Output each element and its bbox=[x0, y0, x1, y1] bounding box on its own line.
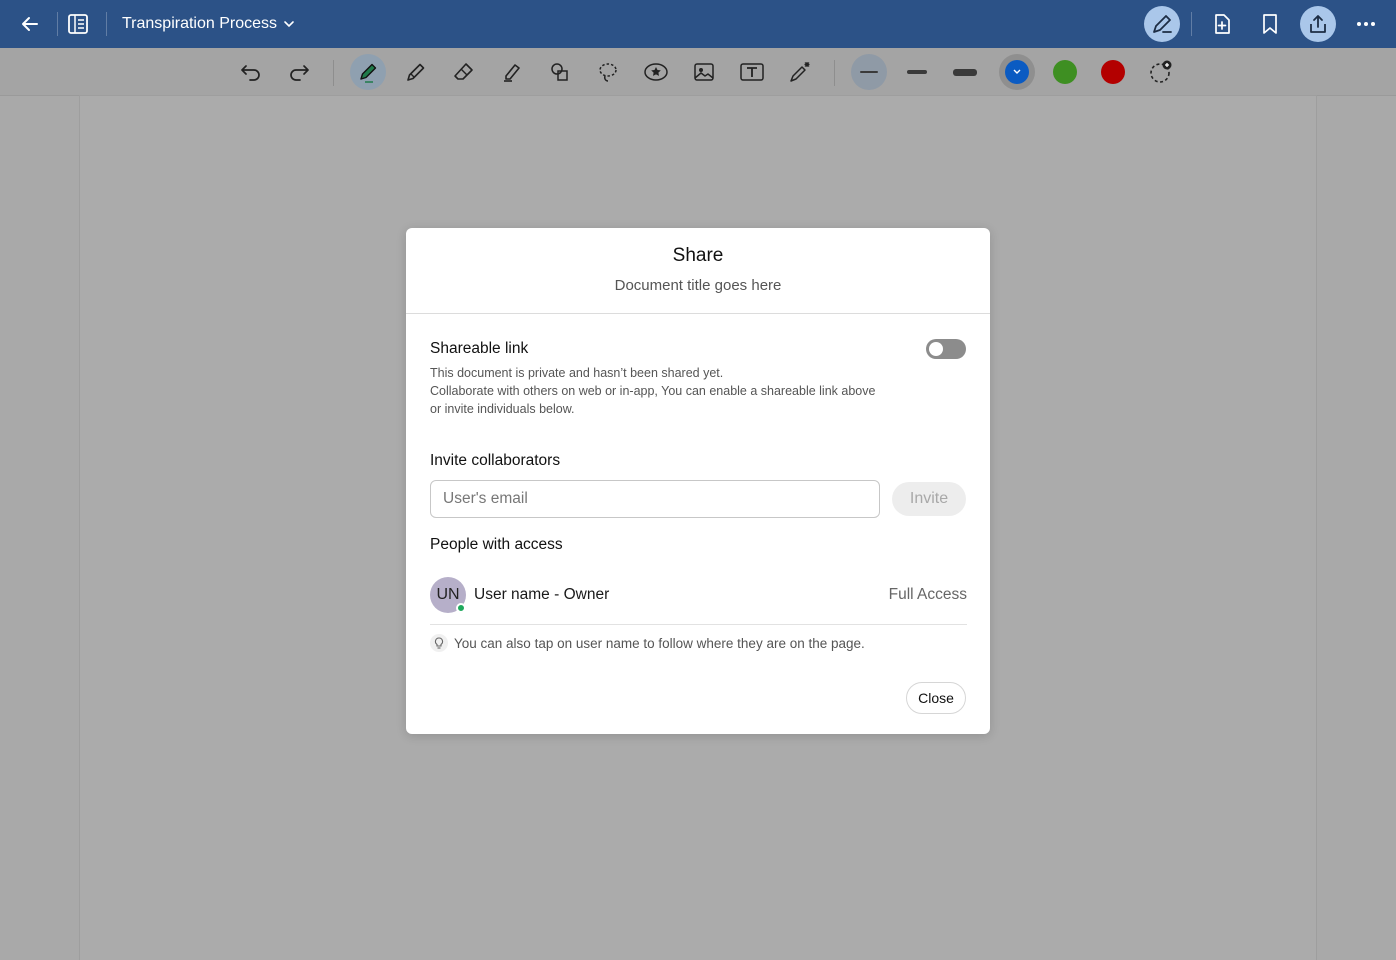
close-button[interactable]: Close bbox=[906, 682, 966, 714]
toggle-knob bbox=[929, 342, 943, 356]
divider bbox=[106, 12, 107, 36]
bookmark-icon[interactable] bbox=[1246, 0, 1294, 48]
follow-tip: You can also tap on user name to follow … bbox=[430, 634, 865, 652]
color-dot bbox=[1005, 60, 1029, 84]
image-tool-icon[interactable] bbox=[686, 54, 722, 90]
invite-button[interactable]: Invite bbox=[892, 482, 966, 516]
pen-edit-button[interactable] bbox=[1144, 6, 1180, 42]
access-level: Full Access bbox=[888, 586, 967, 603]
color-swatch-red[interactable] bbox=[1095, 54, 1131, 90]
redo-icon[interactable] bbox=[281, 54, 317, 90]
dialog-header: Share Document title goes here bbox=[406, 228, 990, 314]
add-page-icon[interactable] bbox=[1198, 0, 1246, 48]
tip-text: You can also tap on user name to follow … bbox=[454, 635, 865, 651]
top-app-bar: Transpiration Process bbox=[0, 0, 1396, 48]
dialog-subtitle: Document title goes here bbox=[614, 277, 782, 294]
share-icon bbox=[1310, 15, 1326, 33]
more-icon[interactable] bbox=[1342, 0, 1390, 48]
shareable-link-description: This document is private and hasn’t been… bbox=[430, 364, 880, 418]
pencil-tool-icon[interactable] bbox=[398, 54, 434, 90]
divider bbox=[333, 60, 334, 86]
color-swatch-blue[interactable] bbox=[999, 54, 1035, 90]
magic-pen-tool-icon[interactable] bbox=[782, 54, 818, 90]
color-dot bbox=[1101, 60, 1125, 84]
color-dot bbox=[1053, 60, 1077, 84]
divider bbox=[1191, 12, 1192, 36]
stroke-medium-button[interactable] bbox=[899, 54, 935, 90]
shareable-link-toggle[interactable] bbox=[926, 339, 966, 359]
drawing-toolbar bbox=[0, 48, 1396, 96]
share-dialog: Share Document title goes here Shareable… bbox=[406, 228, 990, 734]
add-color-icon[interactable] bbox=[1143, 54, 1179, 90]
pen-edit-icon bbox=[1153, 15, 1172, 33]
description-line: Collaborate with others on web or in-app… bbox=[430, 384, 876, 416]
sticker-tool-icon[interactable] bbox=[638, 54, 674, 90]
text-box-tool-icon[interactable] bbox=[734, 54, 770, 90]
shareable-link-label: Shareable link bbox=[430, 340, 529, 357]
person-name[interactable]: User name - Owner bbox=[474, 586, 609, 604]
eraser-tool-icon[interactable] bbox=[446, 54, 482, 90]
back-arrow-icon[interactable] bbox=[6, 0, 54, 48]
document-title-dropdown[interactable]: Transpiration Process bbox=[122, 0, 295, 48]
color-swatch-green[interactable] bbox=[1047, 54, 1083, 90]
lightbulb-icon bbox=[430, 634, 448, 652]
document-title: Transpiration Process bbox=[122, 15, 278, 32]
description-line: This document is private and hasn’t been… bbox=[430, 366, 724, 380]
stroke-thick-button[interactable] bbox=[947, 54, 983, 90]
pen-tool-icon[interactable] bbox=[350, 54, 386, 90]
stroke-thin-button[interactable] bbox=[851, 54, 887, 90]
invite-collaborators-label: Invite collaborators bbox=[430, 452, 561, 469]
email-input[interactable] bbox=[430, 480, 880, 518]
online-status-indicator bbox=[456, 603, 466, 613]
shapes-tool-icon[interactable] bbox=[542, 54, 578, 90]
share-button[interactable] bbox=[1300, 6, 1336, 42]
highlighter-tool-icon[interactable] bbox=[494, 54, 530, 90]
sidebar-panel-icon[interactable] bbox=[54, 0, 102, 48]
people-with-access-label: People with access bbox=[430, 536, 563, 553]
chevron-down-icon bbox=[1013, 69, 1021, 74]
divider bbox=[834, 60, 835, 86]
dialog-title: Share bbox=[672, 245, 724, 266]
undo-icon[interactable] bbox=[233, 54, 269, 90]
lasso-tool-icon[interactable] bbox=[590, 54, 626, 90]
person-row[interactable]: UN User name - Owner Full Access bbox=[430, 577, 967, 625]
chevron-down-icon bbox=[284, 21, 294, 28]
